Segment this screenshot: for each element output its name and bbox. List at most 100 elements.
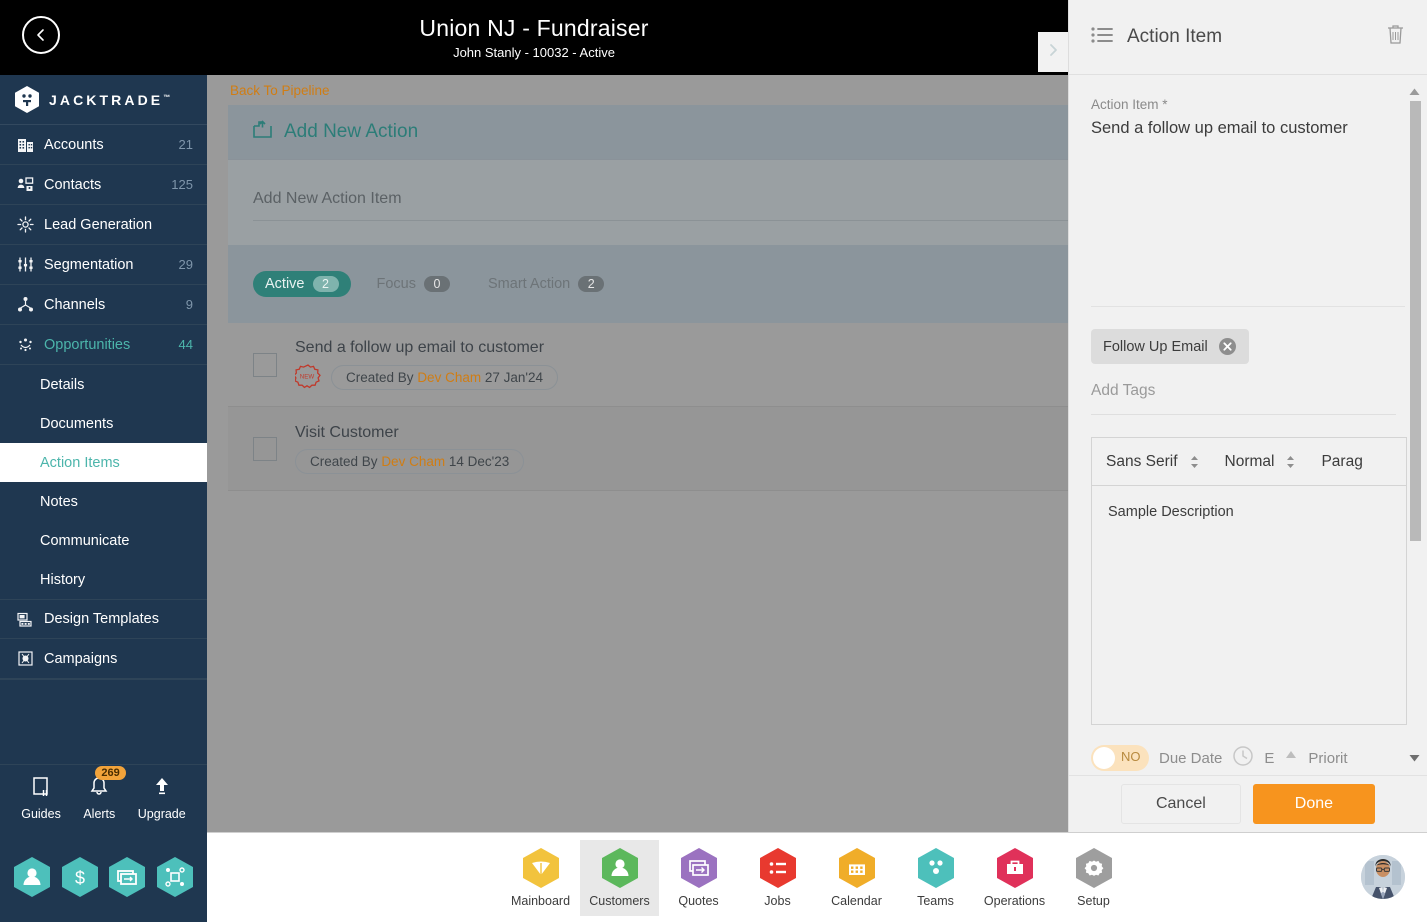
sidebar-item-contacts[interactable]: Contacts 125 bbox=[0, 165, 207, 205]
page-subtitle: John Stanly - 10032 - Active bbox=[453, 45, 615, 60]
sidebar-item-label: Channels bbox=[44, 296, 106, 313]
workflow-icon[interactable] bbox=[156, 856, 194, 898]
bottom-nav-label: Teams bbox=[917, 894, 954, 908]
sidebar-subitem-label: Action Items bbox=[40, 454, 120, 471]
due-date-label: Due Date bbox=[1159, 749, 1223, 767]
bottom-nav-label: Operations bbox=[983, 894, 1046, 908]
tab-count: 2 bbox=[312, 276, 339, 292]
sidebar-hex-shortcuts: $ bbox=[0, 832, 207, 922]
sidebar-item-campaigns[interactable]: Campaigns bbox=[0, 639, 207, 679]
tab-active[interactable]: Active 2 bbox=[253, 271, 351, 297]
svg-text:NEW: NEW bbox=[300, 374, 315, 381]
tab-smart-action[interactable]: Smart Action 2 bbox=[476, 271, 616, 297]
action-item-tabs: Active 2 Focus 0 Smart Action 2 bbox=[228, 245, 1068, 323]
bottom-nav-teams[interactable]: Teams bbox=[896, 840, 975, 916]
created-date: 27 Jan'24 bbox=[484, 369, 543, 385]
sidebar-subitem-communicate[interactable]: Communicate bbox=[0, 521, 207, 560]
priority-up-icon bbox=[1284, 748, 1298, 769]
bottom-nav-jobs[interactable]: Jobs bbox=[738, 840, 817, 916]
sidebar-item-accounts[interactable]: Accounts 21 bbox=[0, 125, 207, 165]
trash-icon[interactable] bbox=[1386, 24, 1405, 50]
bottom-nav-mainboard[interactable]: Mainboard bbox=[501, 840, 580, 916]
bottom-nav-customers[interactable]: Customers bbox=[580, 839, 659, 916]
upgrade-button[interactable]: Upgrade bbox=[138, 776, 186, 821]
block-format-select[interactable]: Parag bbox=[1321, 453, 1362, 471]
row-meta: Created By Dev Cham 14 Dec'23 bbox=[295, 448, 525, 474]
sidebar-subitem-details[interactable]: Details bbox=[0, 365, 207, 404]
main-content: Back To Pipeline Add New Action Active 2… bbox=[207, 75, 1068, 832]
toggle-state-label: NO bbox=[1121, 749, 1141, 764]
sidebar-subitem-history[interactable]: History bbox=[0, 560, 207, 599]
tool-label: Alerts bbox=[83, 807, 116, 821]
svg-text:$: $ bbox=[75, 868, 85, 888]
add-new-action-button[interactable]: Add New Action bbox=[228, 105, 1068, 160]
sidebar-item-count: 29 bbox=[178, 257, 193, 272]
tab-focus[interactable]: Focus 0 bbox=[365, 271, 463, 297]
tool-label: Upgrade bbox=[137, 807, 186, 821]
sidebar-item-opportunities[interactable]: Opportunities 44 bbox=[0, 325, 207, 365]
sidebar-item-count: 44 bbox=[178, 337, 193, 352]
description-editor: Sans Serif Normal Parag Sample Descripti… bbox=[1091, 437, 1407, 725]
alerts-button[interactable]: 269 Alerts bbox=[83, 766, 126, 821]
panel-scrollbar-thumb[interactable] bbox=[1410, 101, 1421, 541]
back-to-pipeline-link[interactable]: Back To Pipeline bbox=[207, 75, 1068, 105]
bottom-nav-label: Jobs bbox=[764, 894, 791, 908]
action-item-value[interactable]: Send a follow up email to customer bbox=[1091, 119, 1405, 138]
table-row[interactable]: Visit Customer Created By Dev Cham 14 De… bbox=[228, 407, 1068, 491]
scroll-up-arrow-icon[interactable] bbox=[1409, 83, 1420, 101]
dollar-icon[interactable]: $ bbox=[61, 856, 99, 898]
chevron-updown-icon bbox=[1286, 455, 1295, 469]
add-new-action-label: Add New Action bbox=[284, 121, 419, 142]
new-badge-icon: NEW bbox=[293, 364, 321, 390]
add-action-item-input[interactable] bbox=[253, 184, 1068, 221]
row-checkbox[interactable] bbox=[253, 352, 277, 377]
sidebar-item-design-templates[interactable]: Design Templates bbox=[0, 599, 207, 639]
font-family-select[interactable]: Sans Serif bbox=[1106, 453, 1199, 471]
avatar[interactable] bbox=[1361, 855, 1405, 899]
bottom-nav-quotes[interactable]: Quotes bbox=[659, 840, 738, 916]
page-title: Union NJ - Fundraiser bbox=[419, 15, 649, 41]
brand-name: JACKTRADE™ bbox=[49, 91, 171, 108]
scroll-down-arrow-icon[interactable] bbox=[1409, 749, 1420, 767]
description-text[interactable]: Sample Description bbox=[1091, 485, 1407, 725]
sidebar-item-lead-generation[interactable]: Lead Generation bbox=[0, 205, 207, 245]
book-icon bbox=[31, 776, 51, 803]
sidebar-item-label: Campaigns bbox=[44, 650, 118, 667]
row-created-chip: Created By Dev Cham 14 Dec'23 bbox=[295, 448, 525, 474]
bottom-nav-setup[interactable]: Setup bbox=[1054, 840, 1133, 916]
editor-toolbar: Sans Serif Normal Parag bbox=[1091, 437, 1407, 485]
due-date-toggle[interactable]: NO bbox=[1091, 745, 1149, 771]
sidebar-item-label: Segmentation bbox=[44, 256, 134, 273]
next-record-button[interactable] bbox=[1038, 32, 1068, 72]
guides-button[interactable]: Guides bbox=[21, 776, 61, 821]
quote-icon[interactable] bbox=[108, 856, 146, 898]
sidebar-item-label: Contacts bbox=[44, 176, 102, 193]
row-body: Send a follow up email to customer NEW C… bbox=[293, 339, 558, 390]
jobs-icon bbox=[759, 847, 797, 889]
tag-label: Follow Up Email bbox=[1103, 338, 1208, 355]
row-title: Visit Customer bbox=[295, 423, 399, 441]
back-button[interactable] bbox=[22, 16, 60, 54]
brand-logo[interactable]: JACKTRADE™ bbox=[0, 75, 207, 125]
sidebar-item-channels[interactable]: Channels 9 bbox=[0, 285, 207, 325]
design-templates-icon bbox=[14, 611, 36, 628]
table-row[interactable]: Send a follow up email to customer NEW C… bbox=[228, 323, 1068, 407]
person-icon[interactable] bbox=[13, 856, 51, 898]
sidebar-item-segmentation[interactable]: Segmentation 29 bbox=[0, 245, 207, 285]
tag-chip[interactable]: Follow Up Email bbox=[1091, 329, 1249, 364]
chevron-right-icon bbox=[1046, 42, 1060, 63]
font-size-select[interactable]: Normal bbox=[1225, 453, 1296, 471]
sidebar-subitem-notes[interactable]: Notes bbox=[0, 482, 207, 521]
customers-icon bbox=[601, 847, 639, 889]
add-tags-input[interactable] bbox=[1091, 380, 1396, 415]
bottom-nav-operations[interactable]: Operations bbox=[975, 840, 1054, 916]
add-action-item-row bbox=[228, 160, 1068, 245]
close-circle-icon[interactable] bbox=[1218, 337, 1237, 356]
done-button[interactable]: Done bbox=[1252, 784, 1376, 824]
bottom-nav-calendar[interactable]: Calendar bbox=[817, 840, 896, 916]
row-checkbox[interactable] bbox=[253, 436, 277, 461]
cancel-button[interactable]: Cancel bbox=[1120, 784, 1241, 824]
mainboard-icon bbox=[522, 847, 560, 889]
sidebar-subitem-documents[interactable]: Documents bbox=[0, 404, 207, 443]
sidebar-subitem-action-items[interactable]: Action Items bbox=[0, 443, 207, 482]
